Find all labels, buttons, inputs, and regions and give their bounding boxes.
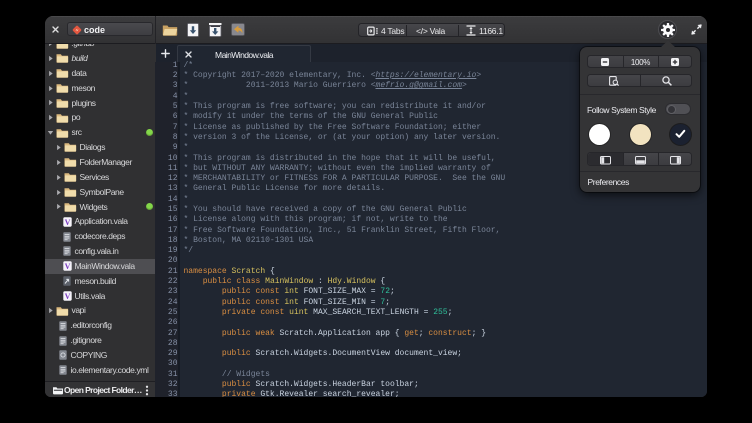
svg-text:V: V (64, 262, 70, 271)
svg-text:V: V (64, 217, 70, 226)
svg-text:V: V (64, 292, 70, 301)
